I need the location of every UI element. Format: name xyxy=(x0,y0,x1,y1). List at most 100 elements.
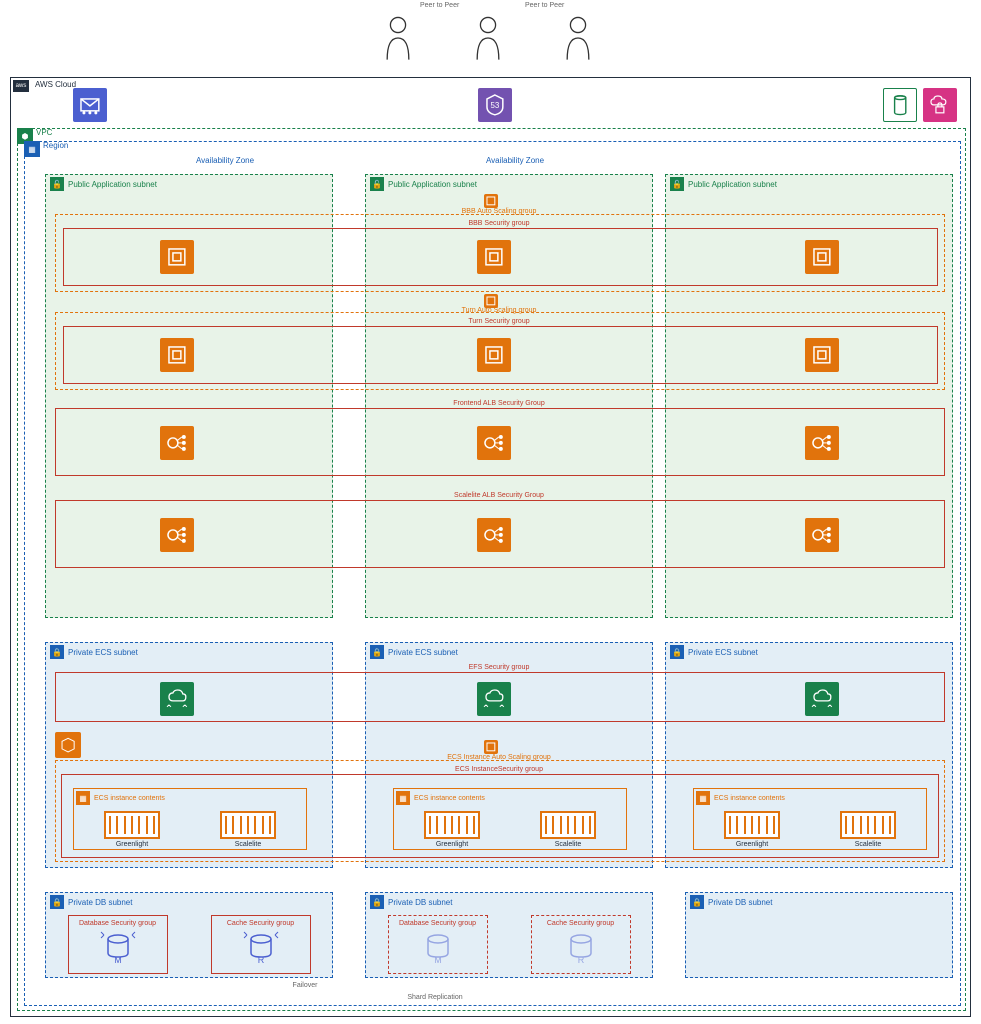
public-subnet-label: Public Application subnet xyxy=(688,180,777,189)
ecs-instance-contents-label: ECS instance contents xyxy=(414,795,485,802)
user-icon xyxy=(475,16,501,62)
greenlight-label: Greenlight xyxy=(104,841,160,848)
private-ecs-label: Private ECS subnet xyxy=(68,648,138,657)
container-icon: ▦ xyxy=(76,791,90,805)
svg-text:R: R xyxy=(257,955,264,965)
aws-cloud-container: aws AWS Cloud 53 ⬢ VPC ▦ Region Availabi… xyxy=(10,77,971,1017)
private-ecs-label: Private ECS subnet xyxy=(688,648,758,657)
asg-icon xyxy=(484,194,498,208)
efs-icon xyxy=(477,682,511,716)
lock-icon: 🔒 xyxy=(670,645,684,659)
cache-sg-label: Cache Security group xyxy=(216,920,306,927)
user-icon xyxy=(385,16,411,62)
scalelite-container xyxy=(840,811,896,839)
efs-icon xyxy=(805,682,839,716)
rds-standby-icon: M xyxy=(393,927,483,969)
s3-icon xyxy=(883,88,917,122)
efs-sg-label: EFS Security group xyxy=(449,664,549,671)
region-container: ▦ Region Availability Zone Availability … xyxy=(24,141,961,1006)
bbb-sg-label: BBB Security group xyxy=(449,220,549,227)
db-sg-label: Database Security group xyxy=(73,920,163,927)
region-label: Region xyxy=(43,141,68,150)
ec2-instance-icon xyxy=(477,338,511,372)
efs-icon xyxy=(160,682,194,716)
ecs-instance-sg-label: ECS InstanceSecurity group xyxy=(429,766,569,773)
ecs-instance-contents-az3: ▦ ECS instance contents Greenlight Scalel… xyxy=(693,788,927,850)
ecs-instance-contents-label: ECS instance contents xyxy=(714,795,785,802)
ecs-instance-asg-label: ECS Instance Auto Scaling group xyxy=(429,754,569,761)
lock-icon: 🔓 xyxy=(370,177,384,191)
private-db-label: Private DB subnet xyxy=(388,898,452,907)
scalelite-container xyxy=(540,811,596,839)
asg-icon xyxy=(484,294,498,308)
private-db-subnet-az3: 🔒Private DB subnet xyxy=(685,892,953,978)
scalelite-label: Scalelite xyxy=(840,841,896,848)
ec2-instance-icon xyxy=(477,240,511,274)
cache-sg-az2: Cache Security group R xyxy=(531,915,631,974)
svg-text:R: R xyxy=(577,955,584,965)
vpc-label: VPC xyxy=(36,128,52,137)
private-ecs-label: Private ECS subnet xyxy=(388,648,458,657)
db-sg-label: Database Security group xyxy=(393,920,483,927)
ecs-instance-contents-label: ECS instance contents xyxy=(94,795,165,802)
asg-icon xyxy=(484,740,498,754)
region-badge-icon: ▦ xyxy=(24,141,40,157)
az-label: Availability Zone xyxy=(165,156,285,165)
ecs-instance-contents-az2: ▦ ECS instance contents Greenlight Scalel… xyxy=(393,788,627,850)
scalelite-container xyxy=(220,811,276,839)
lock-icon: 🔒 xyxy=(370,895,384,909)
shard-replication-label: Shard Replication xyxy=(375,994,495,1001)
failover-label: Failover xyxy=(265,982,345,989)
lock-icon: 🔒 xyxy=(50,895,64,909)
svg-text:M: M xyxy=(114,955,122,965)
elasticache-replica-icon: R xyxy=(536,927,626,969)
aws-logo-icon: aws xyxy=(13,80,29,92)
greenlight-container xyxy=(724,811,780,839)
lock-icon: 🔒 xyxy=(690,895,704,909)
cache-sg-label: Cache Security group xyxy=(536,920,626,927)
cache-sg-az1: Cache Security group R xyxy=(211,915,311,974)
private-db-subnet-az2: 🔒 Private DB subnet Database Security gro… xyxy=(365,892,653,978)
greenlight-label: Greenlight xyxy=(424,841,480,848)
ses-icon xyxy=(73,88,107,122)
route53-icon: 53 xyxy=(478,88,512,122)
bbb-asg-label: BBB Auto Scaling group xyxy=(449,208,549,215)
turn-sg-label: Turn Security group xyxy=(449,318,549,325)
container-icon: ▦ xyxy=(396,791,410,805)
aws-cloud-label: AWS Cloud xyxy=(35,80,76,89)
ec2-instance-icon xyxy=(805,240,839,274)
lock-icon: 🔓 xyxy=(50,177,64,191)
elb-icon xyxy=(160,426,194,460)
lock-icon: 🔒 xyxy=(50,645,64,659)
elb-icon xyxy=(477,518,511,552)
database-sg-az2: Database Security group M xyxy=(388,915,488,974)
peer-to-peer-label: Peer to Peer xyxy=(525,2,564,9)
ec2-instance-icon xyxy=(160,338,194,372)
lock-icon: 🔒 xyxy=(370,645,384,659)
database-sg-az1: Database Security group M xyxy=(68,915,168,974)
svg-text:M: M xyxy=(434,955,442,965)
svg-text:53: 53 xyxy=(491,101,500,110)
ec2-instance-icon xyxy=(805,338,839,372)
ec2-instance-icon xyxy=(160,240,194,274)
container-icon: ▦ xyxy=(696,791,710,805)
public-subnet-label: Public Application subnet xyxy=(388,180,477,189)
elasticache-primary-icon: R xyxy=(216,927,306,969)
scalelite-label: Scalelite xyxy=(220,841,276,848)
elb-icon xyxy=(160,518,194,552)
elb-icon xyxy=(477,426,511,460)
rds-primary-icon: M xyxy=(73,927,163,969)
ecs-instance-contents-az1: ▦ ECS instance contents Greenlight Scalel… xyxy=(73,788,307,850)
peer-to-peer-label: Peer to Peer xyxy=(420,2,459,9)
greenlight-label: Greenlight xyxy=(724,841,780,848)
private-db-label: Private DB subnet xyxy=(68,898,132,907)
elb-icon xyxy=(805,426,839,460)
az-label: Availability Zone xyxy=(455,156,575,165)
ecs-icon xyxy=(55,732,81,758)
user-icon xyxy=(565,16,591,62)
scalelite-label: Scalelite xyxy=(540,841,596,848)
turn-asg-label: Turn Auto Scaling group xyxy=(449,307,549,314)
scalelite-alb-sg-label: Scalelite ALB Security Group xyxy=(429,492,569,499)
frontend-alb-sg-label: Frontend ALB Security Group xyxy=(429,400,569,407)
greenlight-container xyxy=(104,811,160,839)
